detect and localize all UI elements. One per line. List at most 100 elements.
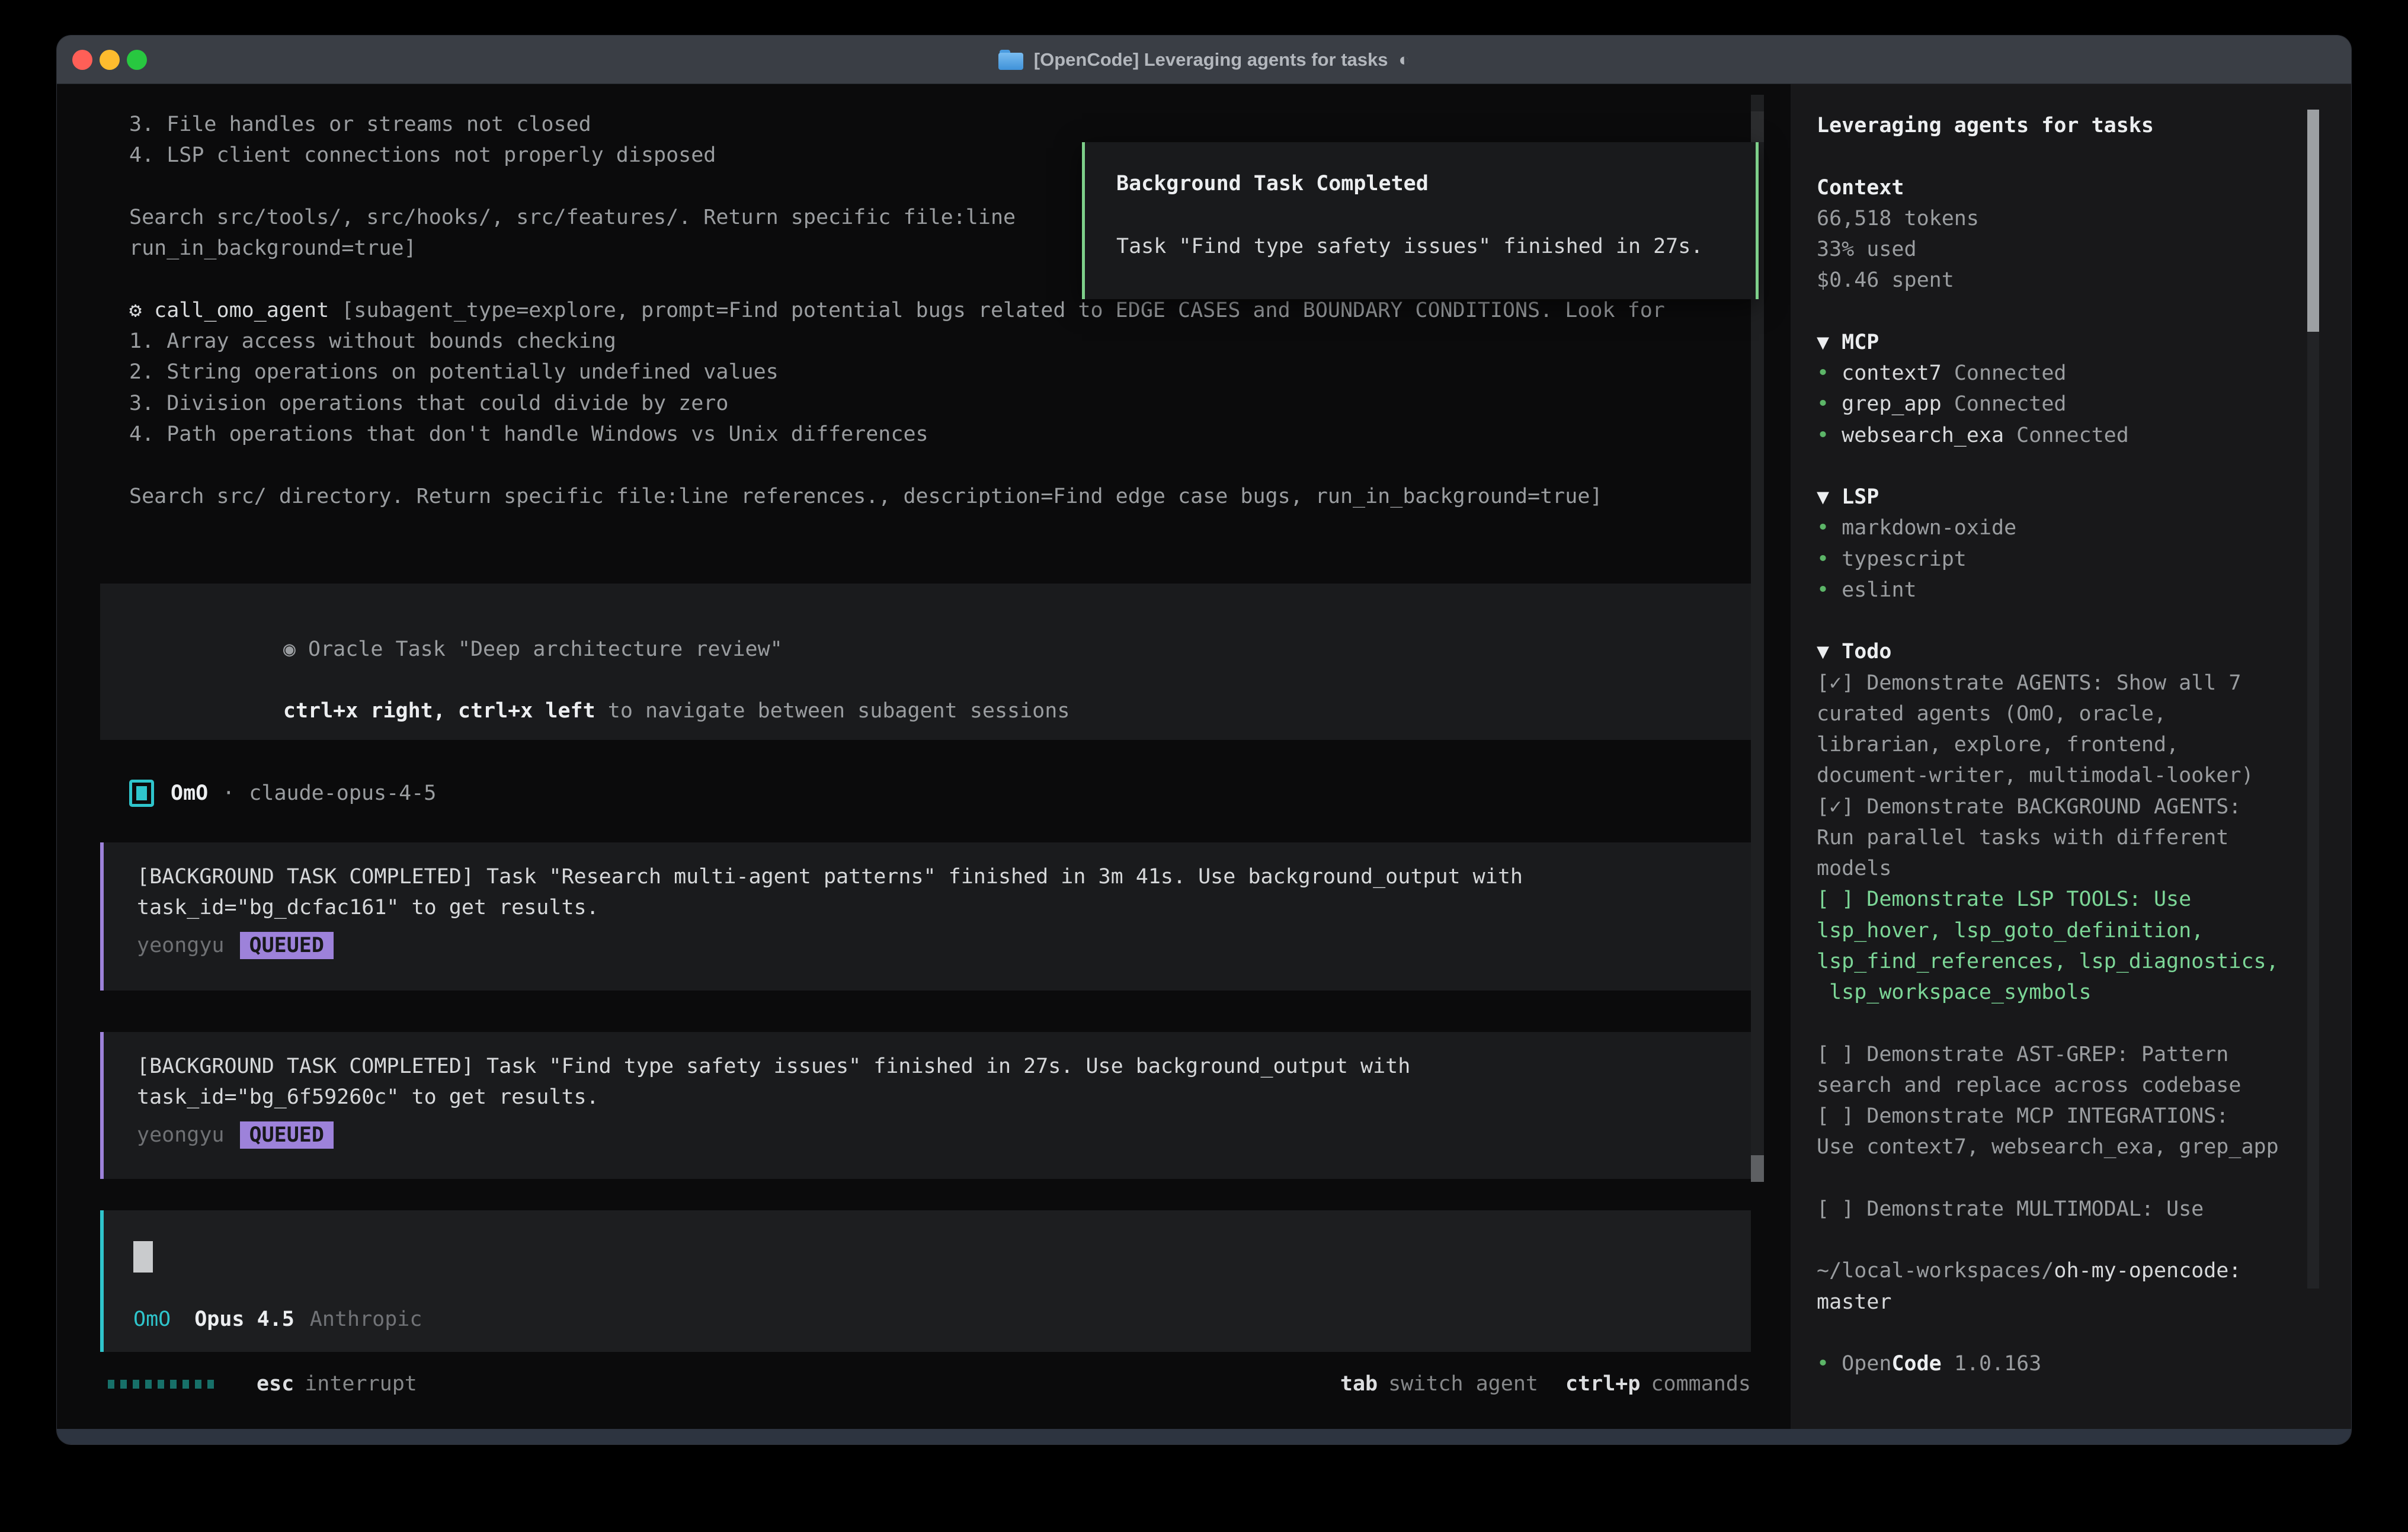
loading-indicator-icon: ◐: [1399, 49, 1410, 70]
text-span: MCP: [1842, 331, 1879, 354]
collapse-triangle-icon: ▼: [1817, 640, 1842, 664]
oracle-task-title: Oracle Task "Deep architecture review": [296, 637, 783, 661]
text-span: Code: [1891, 1352, 1941, 1376]
text-span: oh-my-opencode:: [2054, 1259, 2241, 1283]
sidebar-line: [1817, 1318, 2308, 1348]
sidebar-line: • context7 Connected: [1817, 358, 2308, 389]
text-span: Search src/tools/, src/hooks/, src/featu…: [129, 206, 1016, 229]
transcript-line: ⚙ call_omo_agent [subagent_type=explore,…: [129, 295, 1778, 326]
text-span: 33% used: [1817, 238, 1917, 261]
window-content: 3. File handles or streams not closed4. …: [57, 84, 2351, 1429]
sidebar-line: models: [1817, 853, 2308, 884]
window-title-area: [OpenCode] Leveraging agents for tasks ◐: [57, 36, 2351, 84]
text-span: librarian, explore, frontend,: [1817, 733, 2179, 757]
sidebar-line: $0.46 spent: [1817, 265, 2308, 296]
spinner-icon: [108, 1380, 220, 1389]
text-span: document-writer, multimodal-looker): [1817, 764, 2254, 787]
sidebar-line: [1817, 1163, 2308, 1194]
text-span: eslint: [1842, 578, 1916, 602]
sidebar-line: [✓] Demonstrate AGENTS: Show all 7: [1817, 668, 2308, 698]
toast-body: Task "Find type safety issues" finished …: [1116, 231, 1703, 262]
text-span: 3. Division operations that could divide…: [129, 392, 728, 415]
transcript-line: 4. Path operations that don't handle Win…: [129, 419, 1778, 450]
subagent-nav-hint: ctrl+x right, ctrl+x left to navigate be…: [133, 665, 1069, 696]
sidebar-scrollbar[interactable]: [2307, 110, 2319, 1289]
esc-key-label: interrupt: [305, 1372, 417, 1396]
sidebar-line: ▼ MCP: [1817, 327, 2308, 358]
text-span: [✓] Demonstrate BACKGROUND AGENTS:: [1817, 795, 2241, 819]
task-message-line: [BACKGROUND TASK COMPLETED] Task "Resear…: [137, 865, 1523, 889]
task-message-line: task_id="bg_dcfac161" to get results.: [137, 896, 599, 919]
sidebar-line: [ ] Demonstrate AST-GREP: Pattern: [1817, 1039, 2308, 1070]
sidebar-line: Use context7, websearch_exa, grep_app: [1817, 1132, 2308, 1162]
text-span: ~/local-workspaces/: [1817, 1259, 2054, 1283]
status-dot-icon: •: [1817, 578, 1842, 602]
status-left: esc interrupt: [108, 1368, 417, 1399]
input-provider-name: Anthropic: [310, 1307, 422, 1331]
sidebar-line: lsp_hover, lsp_goto_definition,: [1817, 915, 2308, 946]
text-span: typescript: [1842, 547, 1967, 571]
screen: [OpenCode] Leveraging agents for tasks ◐…: [0, 0, 2408, 1532]
tab-key-label: switch agent: [1388, 1372, 1538, 1396]
text-span: run_in_background=true]: [129, 236, 417, 260]
agent-name: OmO: [171, 781, 208, 805]
text-span: Context: [1817, 176, 1904, 200]
title-bar: [OpenCode] Leveraging agents for tasks ◐: [57, 36, 2351, 84]
scrollbar-segment: [1751, 111, 1764, 142]
shortcut-keys: ctrl+x right, ctrl+x left: [283, 699, 595, 723]
text-span: context7: [1842, 361, 1954, 385]
status-dot-icon: •: [1817, 424, 1842, 447]
text-span: lsp_hover, lsp_goto_definition,: [1817, 919, 2204, 943]
text-span: 4. Path operations that don't handle Win…: [129, 422, 928, 446]
background-task-message: [BACKGROUND TASK COMPLETED] Task "Resear…: [100, 842, 1751, 991]
scrollbar-thumb[interactable]: [1751, 1155, 1764, 1182]
sidebar-line: [ ] Demonstrate MCP INTEGRATIONS:: [1817, 1101, 2308, 1132]
text-span: markdown-oxide: [1842, 516, 2016, 540]
sidebar-line: • eslint: [1817, 575, 2308, 605]
sidebar-line: [1817, 1008, 2308, 1039]
text-span: search and replace across codebase: [1817, 1073, 2241, 1097]
sidebar-line: 33% used: [1817, 234, 2308, 265]
text-span: Connected: [1954, 392, 2067, 416]
prompt-input[interactable]: OmO Opus 4.5 Anthropic: [100, 1210, 1751, 1352]
agent-icon: [129, 780, 154, 807]
background-task-message: [BACKGROUND TASK COMPLETED] Task "Find t…: [100, 1032, 1751, 1179]
sidebar-scrollbar-thumb[interactable]: [2307, 110, 2319, 332]
sidebar-line: • typescript: [1817, 544, 2308, 575]
text-span: 2. String operations on potentially unde…: [129, 360, 779, 384]
sidebar-line: Leveraging agents for tasks: [1817, 110, 2308, 141]
sidebar-line: Run parallel tasks with different: [1817, 822, 2308, 853]
task-user: yeongyu: [137, 1123, 225, 1147]
background-task-toast: Background Task Completed Task "Find typ…: [1082, 142, 1759, 299]
text-cursor: [133, 1241, 153, 1273]
agent-model: claude-opus-4-5: [249, 781, 436, 805]
task-status-badge: QUEUED: [240, 932, 334, 959]
text-span: 1.0.163: [1942, 1352, 2042, 1376]
collapse-triangle-icon: ▼: [1817, 485, 1842, 509]
sidebar-line: 66,518 tokens: [1817, 203, 2308, 234]
text-span: Connected: [2016, 424, 2129, 447]
sidebar-line: [1817, 451, 2308, 482]
task-meta: yeongyu QUEUED: [137, 1121, 334, 1149]
transcript-line: 3. Division operations that could divide…: [129, 388, 1778, 419]
sidebar-line: • grep_app Connected: [1817, 389, 2308, 419]
text-span: [✓] Demonstrate AGENTS: Show all 7: [1817, 671, 2241, 695]
task-meta: yeongyu QUEUED: [137, 931, 334, 960]
text-span: 66,518 tokens: [1817, 207, 1979, 230]
shortcut-label: to navigate between subagent sessions: [595, 699, 1070, 723]
sidebar-line: [ ] Demonstrate MULTIMODAL: Use: [1817, 1194, 2308, 1225]
toast-title: Background Task Completed: [1116, 168, 1429, 199]
sidebar-lines: Leveraging agents for tasks Context 66,51…: [1817, 110, 2308, 1379]
transcript-line: [129, 450, 1778, 480]
transcript-line: Search src/ directory. Return specific f…: [129, 481, 1778, 512]
text-span: $0.46 spent: [1817, 268, 1954, 292]
text-span: websearch_exa: [1842, 424, 2016, 447]
sidebar-line: [✓] Demonstrate BACKGROUND AGENTS:: [1817, 791, 2308, 822]
text-span: Search src/ directory. Return specific f…: [129, 485, 1602, 508]
sidebar-line: [ ] Demonstrate LSP TOOLS: Use: [1817, 884, 2308, 915]
status-bar: esc interrupt tab switch agent ctrl+p co…: [57, 1368, 1791, 1399]
model-row: OmO Opus 4.5 Anthropic: [133, 1304, 422, 1335]
task-status-badge: QUEUED: [240, 1121, 334, 1149]
task-message-line: task_id="bg_6f59260c" to get results.: [137, 1085, 599, 1109]
text-span: models: [1817, 857, 1891, 880]
